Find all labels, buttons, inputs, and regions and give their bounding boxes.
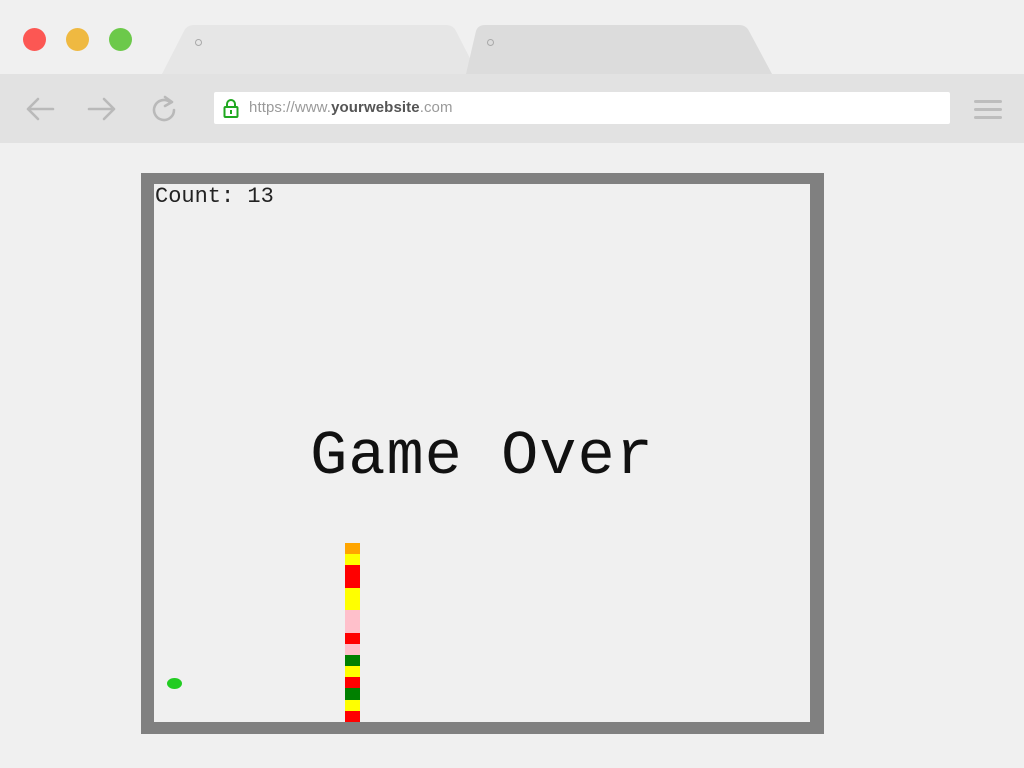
title-bar — [0, 0, 1024, 74]
snake-segment — [345, 610, 360, 622]
snake-segment — [345, 598, 360, 611]
close-window-button[interactable] — [23, 28, 46, 51]
snake-segment — [345, 666, 360, 678]
tab-active[interactable] — [162, 25, 480, 74]
minimize-window-button[interactable] — [66, 28, 89, 51]
game-canvas[interactable]: Count: 13 Game Over — [154, 184, 810, 722]
maximize-window-button[interactable] — [109, 28, 132, 51]
snake-segment — [345, 688, 360, 700]
snake-segment — [345, 565, 360, 577]
snake-segment — [345, 654, 360, 667]
arrow-left-icon[interactable] — [24, 94, 56, 124]
reload-icon[interactable] — [148, 94, 180, 124]
snake-segment — [345, 699, 360, 711]
url-domain: yourwebsite — [331, 99, 420, 116]
browser-toolbar: https://www.yourwebsite.com — [0, 74, 1024, 143]
snake-segment — [345, 677, 360, 689]
browser-window: https://www.yourwebsite.com Count: 13 Ga… — [0, 0, 1024, 768]
url-scheme: https://www. — [249, 99, 332, 116]
hamburger-menu-icon[interactable] — [974, 98, 1002, 120]
tab-favicon-icon — [487, 39, 494, 46]
snake-segment — [345, 632, 360, 644]
snake-segment — [345, 710, 360, 722]
tab-inactive[interactable] — [466, 25, 774, 74]
game-frame: Count: 13 Game Over — [141, 173, 824, 734]
arrow-right-icon[interactable] — [86, 94, 118, 124]
url-tld: .com — [419, 99, 453, 116]
game-over-message: Game Over — [310, 421, 654, 492]
snake — [345, 543, 360, 722]
snake-segment — [345, 543, 360, 555]
lock-icon — [223, 99, 239, 118]
score-counter: Count: 13 — [155, 184, 274, 209]
snake-segment — [345, 621, 360, 633]
tab-shape — [466, 25, 772, 74]
url-text: https://www.yourwebsite.com — [249, 99, 453, 116]
tab-favicon-icon — [195, 39, 202, 46]
snake-segment — [345, 554, 360, 566]
food-pellet — [167, 678, 182, 689]
snake-segment — [345, 587, 360, 599]
snake-segment — [345, 643, 360, 655]
tab-shape — [162, 25, 478, 74]
snake-segment — [345, 576, 360, 588]
address-bar[interactable]: https://www.yourwebsite.com — [214, 92, 950, 124]
